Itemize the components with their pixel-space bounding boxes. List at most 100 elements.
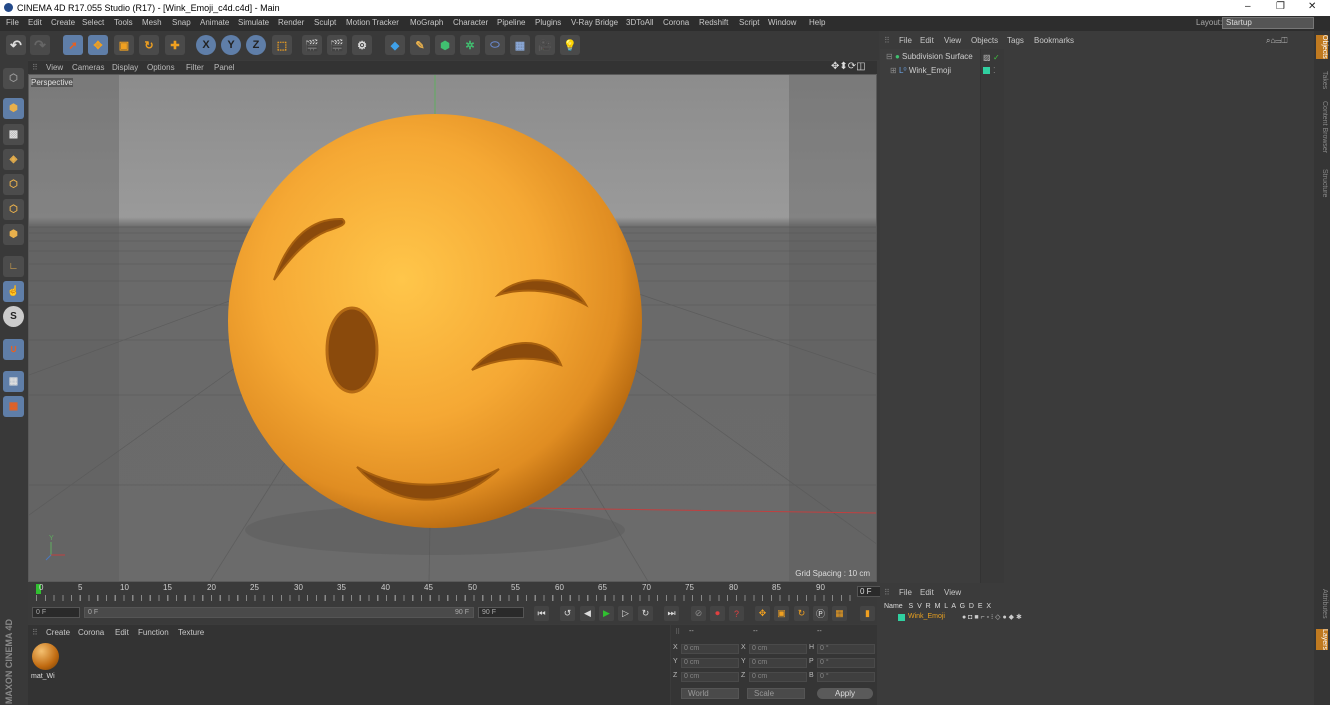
model-mode-icon[interactable]: ⬢ <box>3 98 24 119</box>
key-rotation-icon[interactable]: ↻ <box>794 606 809 621</box>
material-menu-corona[interactable]: Corona <box>78 628 104 637</box>
size-x-field[interactable]: 0 cm <box>749 644 807 654</box>
scale-tool-icon[interactable]: ▣ <box>114 35 134 55</box>
end-frame-field[interactable]: 90 F <box>478 607 524 618</box>
layer-menu-edit[interactable]: Edit <box>920 588 934 597</box>
menu-simulate[interactable]: Simulate <box>238 18 269 27</box>
floor-icon[interactable]: ▦ <box>510 35 530 55</box>
material-menu-function[interactable]: Function <box>138 628 169 637</box>
workplane-mode-icon[interactable]: ◈ <box>3 149 24 170</box>
axis-mode-icon[interactable]: ∟ <box>3 256 24 277</box>
camera-icon[interactable]: 🎥 <box>535 35 555 55</box>
menu-mograph[interactable]: MoGraph <box>410 18 443 27</box>
tree-expand-icon[interactable]: ⊞ <box>890 66 897 75</box>
viewport-menu-filter[interactable]: Filter <box>186 63 204 72</box>
key-scale-icon[interactable]: ▣ <box>774 606 789 621</box>
menu-motion-tracker[interactable]: Motion Tracker <box>346 18 399 27</box>
menu-redshift[interactable]: Redshift <box>699 18 728 27</box>
position-x-field[interactable]: 0 cm <box>681 644 739 654</box>
viewport-menu-cameras[interactable]: Cameras <box>72 63 104 72</box>
loop-forward-icon[interactable]: ↻ <box>638 606 653 621</box>
object-search-icon[interactable]: ⌕⌂▭◫ <box>1266 36 1288 46</box>
menu-edit[interactable]: Edit <box>28 18 42 27</box>
size-y-field[interactable]: 0 cm <box>749 658 807 668</box>
menu-plugins[interactable]: Plugins <box>535 18 561 27</box>
3d-viewport[interactable]: Y Perspective Grid Spacing : 10 cm <box>28 74 877 582</box>
coordinate-mode-select[interactable]: World <box>681 688 739 699</box>
menu-window[interactable]: Window <box>768 18 796 27</box>
tab-content-browser[interactable]: Content Browser <box>1316 101 1328 153</box>
menu-character[interactable]: Character <box>453 18 488 27</box>
loop-icon[interactable]: ↺ <box>560 606 575 621</box>
menu-tools[interactable]: Tools <box>114 18 133 27</box>
autokeying-icon[interactable]: ? <box>729 606 744 621</box>
menu-select[interactable]: Select <box>82 18 104 27</box>
menu-script[interactable]: Script <box>739 18 759 27</box>
close-button[interactable]: ✕ <box>1308 1 1316 12</box>
tab-structure[interactable]: Structure <box>1316 169 1328 197</box>
live-selection-icon[interactable]: ✚ <box>165 35 185 55</box>
x-axis-lock-icon[interactable]: X <box>196 35 216 55</box>
position-z-field[interactable]: 0 cm <box>681 672 739 682</box>
render-view-icon[interactable]: 🎬 <box>302 35 322 55</box>
start-frame-field[interactable]: 0 F <box>32 607 80 618</box>
tweak-mode-icon[interactable]: ☝ <box>3 281 24 302</box>
material-menu-texture[interactable]: Texture <box>178 628 204 637</box>
timeline-window-icon[interactable]: ▮ <box>860 606 875 621</box>
snap-icon[interactable]: S <box>3 306 24 327</box>
viewport-menu-view[interactable]: View <box>46 63 63 72</box>
enable-snapping-icon[interactable]: ∪ <box>3 339 24 360</box>
workplane-grid-icon[interactable]: ▦ <box>3 396 24 417</box>
layer-name[interactable]: Wink_Emoji <box>908 613 945 620</box>
make-editable-icon[interactable]: ⬡ <box>3 68 24 89</box>
edges-mode-icon[interactable]: ⬡ <box>3 199 24 220</box>
apply-button[interactable]: Apply <box>817 688 873 699</box>
tab-objects[interactable]: Objects <box>1316 35 1328 59</box>
menu-corona[interactable]: Corona <box>663 18 689 27</box>
menu-file[interactable]: File <box>6 18 19 27</box>
cloner-icon[interactable]: ✲ <box>460 35 480 55</box>
go-to-start-icon[interactable]: ⏮ <box>534 606 549 621</box>
tab-layers[interactable]: Layers <box>1316 629 1328 651</box>
light-icon[interactable]: 💡 <box>560 35 580 55</box>
position-y-field[interactable]: 0 cm <box>681 658 739 668</box>
layout-select[interactable]: Startup <box>1222 17 1314 29</box>
rotation-p-field[interactable]: 0 ° <box>817 658 875 668</box>
render-to-picture-viewer-icon[interactable]: 🎬 <box>327 35 347 55</box>
render-dots-icon[interactable]: ⁚ <box>993 66 996 75</box>
layer-toggle-icons[interactable]: ● ◘ ■ ⌐ ▫ ⁝ ◇ ● ◆ ✱ <box>962 613 1022 621</box>
object-menu-edit[interactable]: Edit <box>920 36 934 45</box>
visibility-toggle-icon[interactable]: ▨ <box>983 53 991 62</box>
menu-vray-bridge[interactable]: V-Ray Bridge <box>571 18 618 27</box>
texture-mode-icon[interactable]: ▩ <box>3 124 24 145</box>
object-menu-bookmarks[interactable]: Bookmarks <box>1034 36 1074 45</box>
restore-button[interactable]: ❐ <box>1276 1 1285 12</box>
object-menu-objects[interactable]: Objects <box>971 36 998 45</box>
points-mode-icon[interactable]: ⬡ <box>3 174 24 195</box>
deformer-icon[interactable]: ⬭ <box>485 35 505 55</box>
render-settings-icon[interactable]: ⚙ <box>352 35 372 55</box>
object-row-subdivision[interactable]: ⊟ ● Subdivision Surface <box>886 52 973 61</box>
menu-mesh[interactable]: Mesh <box>142 18 162 27</box>
menu-help[interactable]: Help <box>809 18 825 27</box>
material-menu-create[interactable]: Create <box>46 628 70 637</box>
viewport-navigation-icons[interactable]: ✥⬍⟳◫ <box>831 61 866 72</box>
step-forward-icon[interactable]: ▷ <box>618 606 633 621</box>
timeline-ruler[interactable]: 0 5 10 15 20 25 30 35 40 45 50 55 60 65 … <box>36 582 854 604</box>
motion-record-icon[interactable]: ⊘ <box>691 606 706 621</box>
y-axis-lock-icon[interactable]: Y <box>221 35 241 55</box>
record-keyframe-icon[interactable]: ⏺ <box>710 606 725 621</box>
pen-spline-icon[interactable]: ✎ <box>410 35 430 55</box>
menu-snap[interactable]: Snap <box>172 18 191 27</box>
rotation-h-field[interactable]: 0 ° <box>817 644 875 654</box>
coordinate-system-icon[interactable]: ⬚ <box>272 35 292 55</box>
subdivision-surface-icon[interactable]: ⬢ <box>435 35 455 55</box>
menu-animate[interactable]: Animate <box>200 18 229 27</box>
size-z-field[interactable]: 0 cm <box>749 672 807 682</box>
step-back-icon[interactable]: ◀ <box>580 606 595 621</box>
object-menu-view[interactable]: View <box>944 36 961 45</box>
key-pla-icon[interactable]: ▦ <box>832 606 847 621</box>
menu-create[interactable]: Create <box>51 18 75 27</box>
menu-sculpt[interactable]: Sculpt <box>314 18 336 27</box>
layer-menu-file[interactable]: File <box>899 588 912 597</box>
